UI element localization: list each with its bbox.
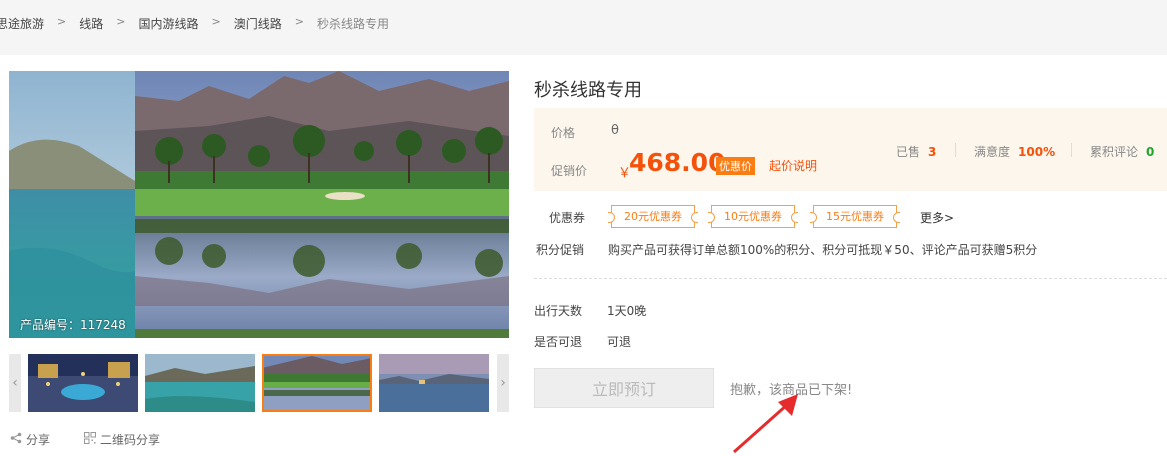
thumbnail-2[interactable] [145, 354, 255, 412]
coupon-10[interactable]: 10元优惠券 [708, 205, 798, 228]
qr-code-icon [84, 432, 96, 447]
satisfaction-label: 满意度 [974, 145, 1011, 159]
breadcrumb-domestic[interactable]: 国内游线路 [138, 15, 198, 32]
qr-share-button[interactable]: 二维码分享 [84, 431, 160, 448]
travel-days-value: 1天0晚 [607, 304, 647, 318]
more-coupons-link[interactable]: 更多> [920, 209, 954, 226]
thumbnail-3[interactable] [262, 354, 372, 412]
price-label: 价格 [551, 126, 576, 140]
breadcrumb-routes[interactable]: 线路 [79, 15, 103, 32]
share-icon [10, 432, 22, 447]
thumb-next-arrow[interactable]: › [497, 354, 509, 412]
coupon-label: 优惠券 [549, 211, 586, 225]
promo-price-label: 促销价 [551, 164, 588, 178]
thumbnail-4[interactable] [379, 354, 489, 412]
thumbnail-1[interactable] [28, 354, 138, 412]
breadcrumb-separator: > [211, 15, 221, 28]
promo-tag: 优惠价 [716, 157, 755, 175]
reviews-value: 0 [1146, 145, 1155, 159]
points-promo-label: 积分促销 [536, 243, 585, 257]
section-divider [534, 278, 1167, 279]
qr-share-label: 二维码分享 [100, 433, 161, 447]
satisfaction-value: 100% [1018, 145, 1056, 159]
coupon-15[interactable]: 15元优惠券 [810, 205, 900, 228]
breadcrumb-current: 秒杀线路专用 [316, 17, 389, 31]
share-label: 分享 [26, 433, 51, 447]
price-value: θ [611, 123, 619, 138]
promo-price: 468.00 [629, 148, 726, 177]
main-product-image [9, 71, 509, 338]
breadcrumb: 思途旅游 > 线路 > 国内游线路 > 澳门线路 > 秒杀线路专用 [0, 15, 389, 32]
product-number: 产品编号：117248 [20, 318, 126, 332]
sold-label: 已售 [896, 145, 921, 159]
refundable-value: 可退 [607, 335, 632, 349]
reviews-label: 累积评论 [1090, 145, 1139, 159]
coupon-20[interactable]: 20元优惠券 [608, 205, 698, 228]
share-button[interactable]: 分享 [10, 431, 50, 448]
stat-divider [1071, 143, 1072, 157]
satisfaction-stat: 满意度 100% [974, 143, 1055, 160]
annotation-arrow-icon [733, 394, 798, 454]
product-title: 秒杀线路专用 [534, 80, 642, 101]
travel-days-label: 出行天数 [534, 304, 583, 318]
breadcrumb-separator: > [294, 15, 304, 28]
price-box: 价格 θ 促销价 ￥ 468.00 优惠价 起价说明 已售 3 满意度 100% 累… [534, 108, 1167, 191]
breadcrumb-separator: > [116, 15, 126, 28]
points-promo-text: 购买产品可获得订单总额100%的积分、积分可抵现￥50、评论产品可获赠5积分 [608, 243, 1038, 257]
sold-stat: 已售 3 [896, 143, 936, 160]
refundable-label: 是否可退 [534, 335, 583, 349]
breadcrumb-separator: > [57, 15, 67, 28]
stat-divider [955, 143, 956, 157]
sold-value: 3 [928, 145, 937, 159]
reviews-stat[interactable]: 累积评论 0 [1090, 143, 1154, 160]
breadcrumb-bar: 思途旅游 > 线路 > 国内游线路 > 澳门线路 > 秒杀线路专用 [0, 0, 1167, 55]
book-now-button[interactable]: 立即预订 [534, 368, 714, 408]
thumb-prev-arrow[interactable]: ‹ [9, 354, 21, 412]
starting-price-note-link[interactable]: 起价说明 [769, 157, 817, 174]
breadcrumb-macau[interactable]: 澳门线路 [234, 15, 282, 32]
breadcrumb-home[interactable]: 思途旅游 [0, 15, 44, 32]
